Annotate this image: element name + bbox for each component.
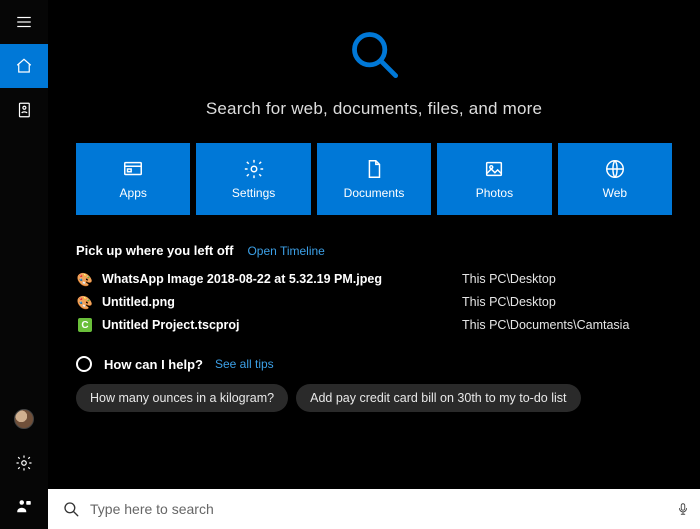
image-file-icon: 🎨	[76, 273, 94, 286]
feedback-icon	[15, 498, 33, 516]
recent-list: 🎨 WhatsApp Image 2018-08-22 at 5.32.19 P…	[76, 272, 672, 332]
home-icon	[15, 57, 33, 75]
menu-button[interactable]	[0, 0, 48, 44]
hamburger-icon	[15, 13, 33, 31]
feedback-button[interactable]	[0, 485, 48, 529]
recent-item-name: WhatsApp Image 2018-08-22 at 5.32.19 PM.…	[102, 272, 462, 286]
cortana-ring-icon	[76, 356, 92, 372]
pickup-title: Pick up where you left off	[76, 243, 233, 258]
tile-documents[interactable]: Documents	[317, 143, 431, 215]
tile-settings[interactable]: Settings	[196, 143, 310, 215]
settings-icon	[243, 158, 265, 180]
tile-apps[interactable]: Apps	[76, 143, 190, 215]
help-title: How can I help?	[104, 357, 203, 372]
tile-photos[interactable]: Photos	[437, 143, 551, 215]
search-hero-icon	[348, 28, 400, 85]
tile-web[interactable]: Web	[558, 143, 672, 215]
tile-label: Documents	[344, 186, 405, 200]
recent-item-location: This PC\Documents\Camtasia	[462, 318, 629, 332]
suggestion-chips: How many ounces in a kilogram? Add pay c…	[76, 384, 672, 412]
notebook-button[interactable]	[0, 88, 48, 132]
open-timeline-link[interactable]: Open Timeline	[247, 244, 324, 258]
globe-icon	[604, 158, 626, 180]
photos-icon	[483, 158, 505, 180]
recent-item-name: Untitled.png	[102, 295, 462, 309]
tile-label: Apps	[120, 186, 147, 200]
tile-label: Photos	[476, 186, 513, 200]
home-button[interactable]	[0, 44, 48, 88]
search-hero: Search for web, documents, files, and mo…	[76, 28, 672, 119]
search-tagline: Search for web, documents, files, and mo…	[206, 99, 542, 119]
search-icon	[62, 500, 80, 518]
recent-item[interactable]: 🎨 Untitled.png This PC\Desktop	[76, 295, 672, 309]
microphone-button[interactable]	[676, 500, 690, 518]
help-header: How can I help? See all tips	[76, 356, 672, 372]
recent-item-location: This PC\Desktop	[462, 295, 556, 309]
settings-button[interactable]	[0, 441, 48, 485]
pickup-header: Pick up where you left off Open Timeline	[76, 243, 672, 258]
tile-label: Settings	[232, 186, 275, 200]
tile-label: Web	[603, 186, 627, 200]
main-area: Search for web, documents, files, and mo…	[48, 0, 700, 529]
recent-item[interactable]: 🎨 WhatsApp Image 2018-08-22 at 5.32.19 P…	[76, 272, 672, 286]
recent-item[interactable]: C Untitled Project.tscproj This PC\Docum…	[76, 318, 672, 332]
account-button[interactable]	[0, 397, 48, 441]
recent-item-location: This PC\Desktop	[462, 272, 556, 286]
cortana-search-panel: Search for web, documents, files, and mo…	[0, 0, 700, 529]
recent-item-name: Untitled Project.tscproj	[102, 318, 462, 332]
sidebar	[0, 0, 48, 529]
project-file-icon: C	[76, 318, 94, 332]
image-file-icon: 🎨	[76, 296, 94, 309]
search-bar	[48, 489, 700, 529]
document-icon	[363, 158, 385, 180]
microphone-icon	[676, 500, 690, 518]
notebook-icon	[15, 101, 33, 119]
avatar-icon	[14, 409, 34, 429]
gear-icon	[15, 454, 33, 472]
search-input[interactable]	[90, 501, 666, 517]
suggestion-chip[interactable]: How many ounces in a kilogram?	[76, 384, 288, 412]
category-tiles: Apps Settings Documents Photos Web	[76, 143, 672, 215]
apps-icon	[122, 158, 144, 180]
suggestion-chip[interactable]: Add pay credit card bill on 30th to my t…	[296, 384, 580, 412]
see-all-tips-link[interactable]: See all tips	[215, 357, 274, 371]
